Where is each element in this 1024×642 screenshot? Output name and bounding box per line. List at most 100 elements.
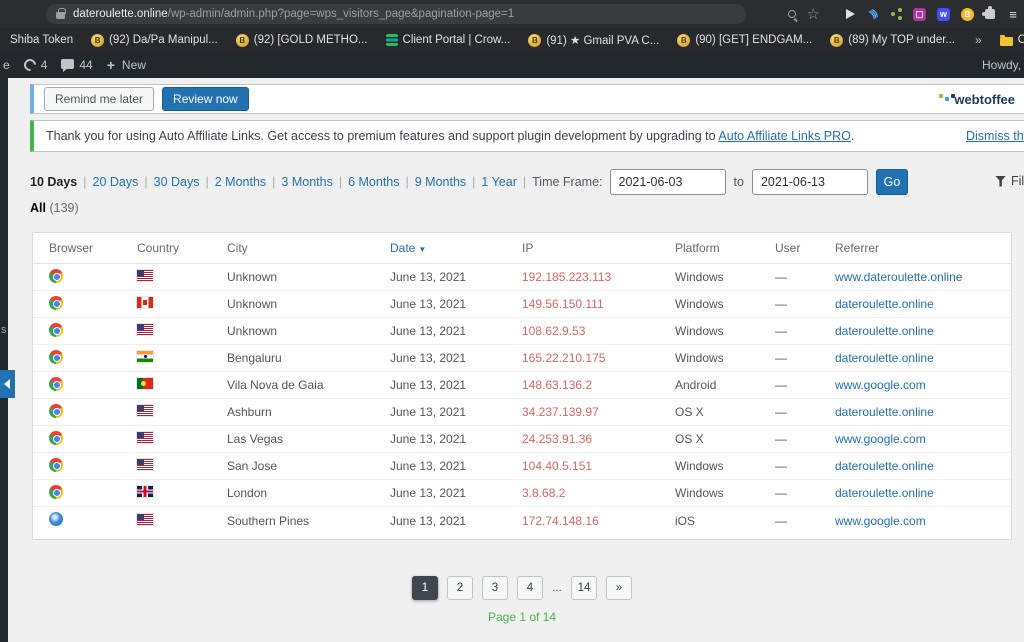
browser-icon xyxy=(49,295,63,310)
search-icon[interactable] xyxy=(787,10,796,18)
filter-range-link[interactable]: 1 Year xyxy=(481,175,516,189)
share-node-icon[interactable] xyxy=(891,12,895,16)
ip-cell: 172.74.148.16 xyxy=(522,513,599,528)
comment-icon xyxy=(61,59,75,72)
update-icon xyxy=(21,56,39,74)
date-cell: June 13, 2021 xyxy=(390,378,467,392)
filter-range-link[interactable]: 3 Months xyxy=(281,175,332,189)
page-button[interactable]: 3 xyxy=(482,576,508,600)
referrer-link[interactable]: www.dateroulette.online xyxy=(835,270,962,284)
webtoffee-dots-icon xyxy=(945,97,950,101)
page-button[interactable]: 4 xyxy=(517,576,543,600)
date-from-input[interactable] xyxy=(609,169,726,195)
bookmark-star-icon[interactable]: ☆ xyxy=(807,7,820,22)
comments-button[interactable]: 44 xyxy=(61,58,93,72)
page-button[interactable]: 1 xyxy=(412,576,438,600)
bookmarks-overflow-chevron[interactable]: » xyxy=(975,33,982,47)
filter-label: Filter xyxy=(1011,174,1024,188)
menu-icon[interactable] xyxy=(1006,7,1020,21)
referrer-link[interactable]: www.google.com xyxy=(835,378,926,392)
ip-cell: 192.185.223.113 xyxy=(522,270,612,284)
bookmark-item[interactable]: (90) [GET] ENDGAM... xyxy=(677,33,812,47)
filter-range-link[interactable]: 2 Months xyxy=(215,175,266,189)
browser-icon xyxy=(49,512,63,526)
signal-icon[interactable] xyxy=(863,4,882,23)
affiliate-pro-link[interactable]: Auto Affiliate Links PRO xyxy=(718,129,850,143)
howdy-menu[interactable]: Howdy, adm xyxy=(982,58,1024,72)
w-extension-icon[interactable] xyxy=(937,7,950,21)
referrer-link[interactable]: dateroulette.online xyxy=(835,351,934,365)
site-name-fragment[interactable]: e xyxy=(3,58,10,72)
bookmark-item[interactable]: (92) Da/Pa Manipul... xyxy=(91,33,218,47)
volume-icon[interactable] xyxy=(846,9,855,19)
user-cell: — xyxy=(775,459,787,473)
purple-extension-icon[interactable] xyxy=(913,7,926,21)
filter-range-link[interactable]: 20 Days xyxy=(93,175,139,189)
remind-later-button[interactable]: Remind me later xyxy=(44,87,155,111)
header-date[interactable]: Date ▼ xyxy=(390,241,522,255)
date-to-input[interactable] xyxy=(751,169,868,195)
user-cell: — xyxy=(775,270,787,284)
referrer-link[interactable]: dateroulette.online xyxy=(835,297,934,311)
separator: | xyxy=(472,175,476,189)
ip-cell: 108.62.9.53 xyxy=(522,324,586,338)
city-cell: London xyxy=(227,486,268,500)
coin-extension-icon[interactable] xyxy=(961,7,974,21)
filter-range-link[interactable]: 6 Months xyxy=(348,175,399,189)
referrer-link[interactable]: dateroulette.online xyxy=(835,405,934,419)
view-all-link[interactable]: All xyxy=(30,201,46,215)
bookmark-label: Shiba Token xyxy=(10,34,74,46)
header-country: Country xyxy=(137,241,180,255)
review-now-button[interactable]: Review now xyxy=(162,87,249,111)
city-cell: Bengaluru xyxy=(227,351,282,365)
page-button[interactable]: 2 xyxy=(447,576,473,600)
dismiss-notice-link[interactable]: Dismiss this notice xyxy=(966,129,1024,143)
visitors-table: Browser Country City Date ▼ IP Platform U… xyxy=(32,232,1012,540)
lock-icon[interactable] xyxy=(56,8,66,19)
wp-admin-bar: e 4 44 + New Howdy, adm xyxy=(0,52,1024,78)
referrer-cell: www.dateroulette.online xyxy=(835,270,1011,284)
funnel-icon xyxy=(995,175,1006,187)
updates-button[interactable]: 4 xyxy=(21,56,47,74)
page-button[interactable]: 14 xyxy=(571,576,597,600)
referrer-link[interactable]: www.google.com xyxy=(835,432,926,446)
next-page-button[interactable]: » xyxy=(606,576,632,600)
browser-cell xyxy=(49,403,137,421)
filter-range-link[interactable]: 9 Months xyxy=(415,175,466,189)
collapse-menu-button[interactable] xyxy=(0,370,15,398)
table-header-row: Browser Country City Date ▼ IP Platform U… xyxy=(33,233,1011,264)
header-platform: Platform xyxy=(675,241,720,255)
other-bookmarks[interactable]: Other bookmarks xyxy=(999,34,1024,46)
user-cell: — xyxy=(775,351,787,365)
ip-cell: 34.237.139.97 xyxy=(522,405,599,419)
separator: | xyxy=(338,175,343,189)
table-row: Vila Nova de Gaia June 13, 2021 148.63.1… xyxy=(33,372,1011,399)
bookmark-item[interactable]: (89) My TOP under... xyxy=(830,33,955,47)
pagination-ellipsis: ... xyxy=(552,582,562,594)
extensions-puzzle-icon[interactable] xyxy=(982,6,995,19)
url-text: dateroulette.online/wp-admin/admin.php?p… xyxy=(73,8,514,20)
bookmark-favicon xyxy=(528,33,542,47)
table-row: Unknown June 13, 2021 192.185.223.113 Wi… xyxy=(33,264,1011,291)
filter-range-link[interactable]: 30 Days xyxy=(154,175,200,189)
browser-cell xyxy=(49,295,137,313)
referrer-link[interactable]: dateroulette.online xyxy=(835,324,934,338)
date-range-filters: 10 Days | 20 Days | 30 Days | 2 Months | 3 Mont… xyxy=(30,169,1024,195)
go-button[interactable]: Go xyxy=(875,169,908,195)
referrer-link[interactable]: dateroulette.online xyxy=(835,486,934,500)
referrer-cell: www.google.com xyxy=(835,432,1011,446)
country-flag-icon xyxy=(137,432,153,443)
date-cell: June 13, 2021 xyxy=(390,459,467,473)
table-row: Las Vegas June 13, 2021 24.253.91.36 OS … xyxy=(33,426,1011,453)
bookmark-item[interactable]: Shiba Token xyxy=(10,34,73,46)
new-button[interactable]: + New xyxy=(107,57,146,73)
address-bar[interactable]: dateroulette.online/wp-admin/admin.php?p… xyxy=(46,4,746,24)
filter-toggle[interactable]: Filter xyxy=(995,174,1024,188)
bookmark-item[interactable]: Client Portal | Crow... xyxy=(385,34,510,46)
user-cell: — xyxy=(775,486,787,500)
referrer-cell: www.google.com xyxy=(835,378,1011,392)
bookmark-item[interactable]: (92) [GOLD METHO... xyxy=(235,33,368,47)
referrer-link[interactable]: www.google.com xyxy=(835,514,926,528)
bookmark-item[interactable]: (91) ★ Gmail PVA C... xyxy=(528,33,659,47)
referrer-link[interactable]: dateroulette.online xyxy=(835,459,934,473)
